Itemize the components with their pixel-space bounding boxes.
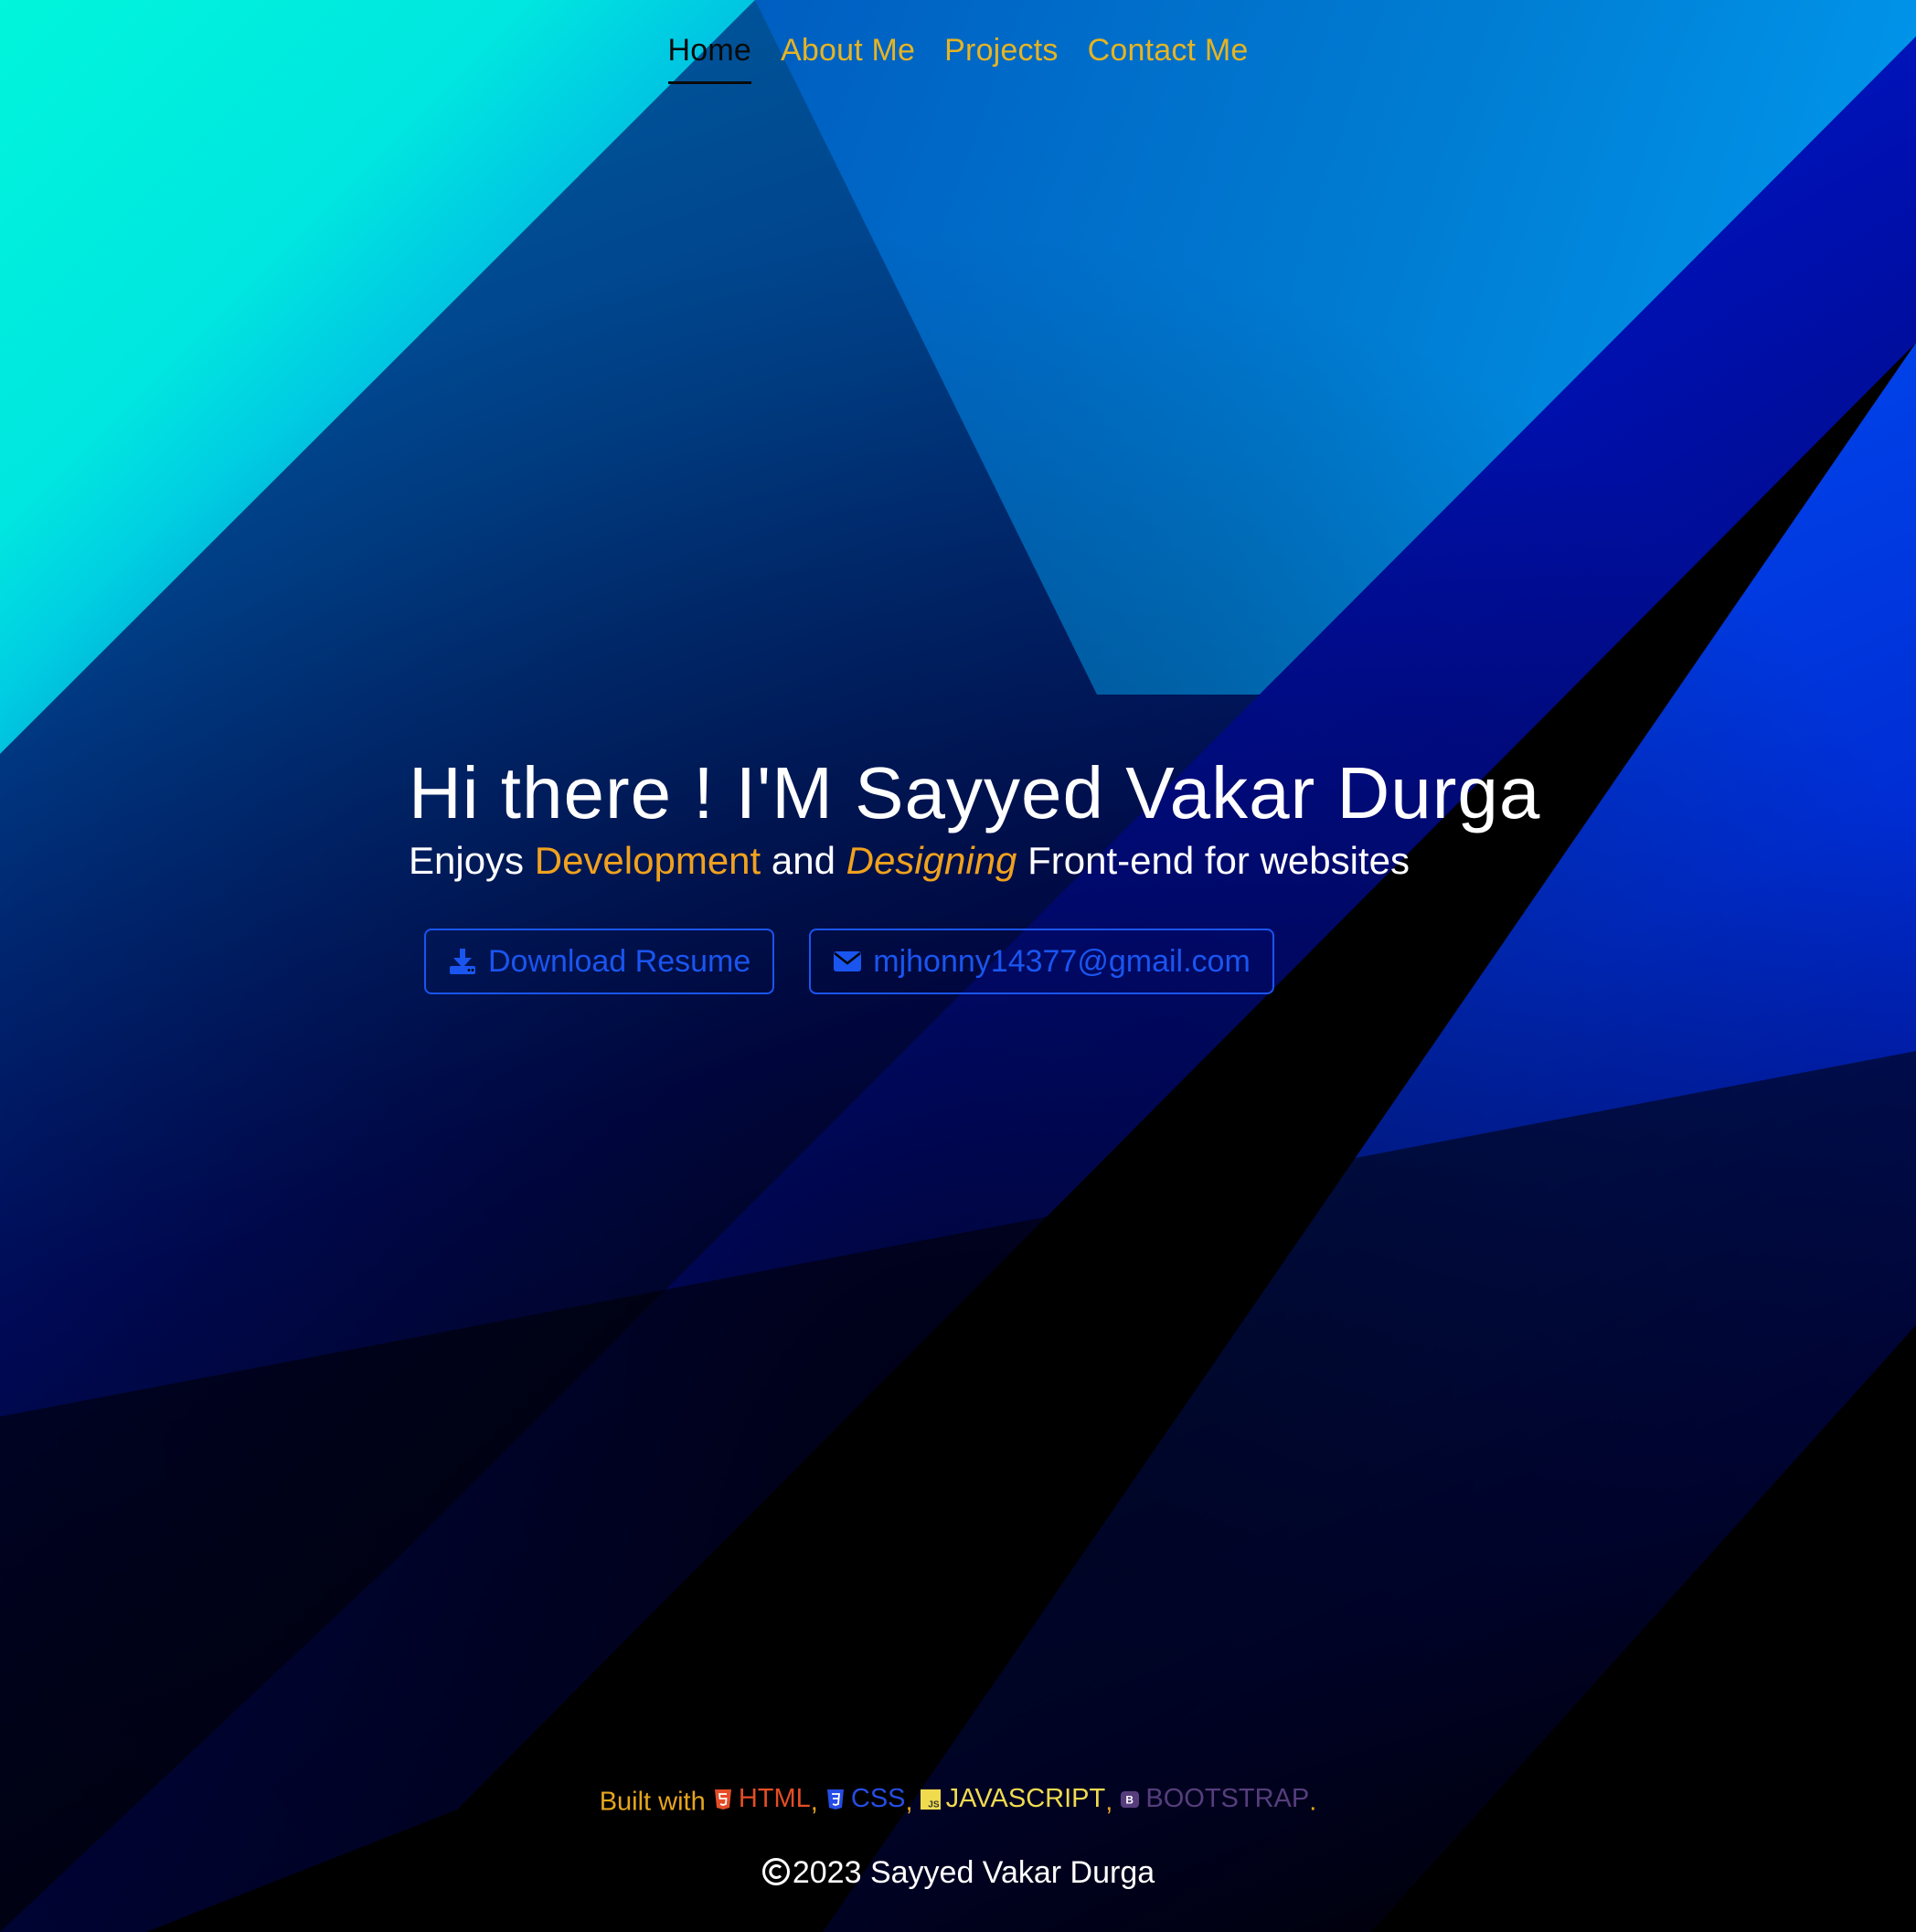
- main-nav: Home About Me Projects Contact Me: [0, 33, 1916, 84]
- separator: ,: [905, 1787, 913, 1817]
- tagline-development: Development: [534, 839, 761, 882]
- tech-css: CSS: [825, 1784, 906, 1814]
- tech-bootstrap: B BOOTSTRAP: [1120, 1784, 1309, 1814]
- page: Home About Me Projects Contact Me Hi the…: [0, 0, 1916, 1932]
- email-button[interactable]: mjhonny14377@gmail.com: [809, 929, 1274, 994]
- svg-text:JS: JS: [928, 1799, 940, 1810]
- email-label: mjhonny14377@gmail.com: [873, 943, 1251, 979]
- separator: ,: [1105, 1787, 1113, 1817]
- tech-javascript-label: JAVASCRIPT: [945, 1784, 1106, 1813]
- copyright-icon: [761, 1858, 790, 1885]
- nav-projects-link[interactable]: Projects: [944, 33, 1058, 84]
- tech-css-label: CSS: [850, 1784, 906, 1813]
- download-icon: [450, 949, 475, 974]
- html5-icon: [714, 1789, 731, 1810]
- css3-icon: [826, 1789, 844, 1810]
- built-with-prefix: Built with: [599, 1787, 706, 1817]
- end-mark: .: [1309, 1787, 1317, 1817]
- envelope-icon: [834, 951, 862, 971]
- download-resume-button[interactable]: Download Resume: [424, 929, 775, 994]
- svg-text:B: B: [1126, 1793, 1134, 1806]
- js-icon: JS: [920, 1789, 941, 1810]
- built-with-line: Built with HTML, CSS, JS JAVASCRIPT, B B…: [0, 1784, 1916, 1818]
- tagline-middle: and: [761, 839, 846, 882]
- tech-javascript: JS JAVASCRIPT: [920, 1784, 1106, 1814]
- hero-section: Hi there ! I'M Sayyed Vakar Durga Enjoys…: [409, 749, 1597, 994]
- separator: ,: [810, 1787, 818, 1817]
- bootstrap-icon: B: [1121, 1790, 1140, 1808]
- hero-tagline: Enjoys Development and Designing Front-e…: [409, 837, 1597, 885]
- tech-html: HTML: [713, 1784, 811, 1814]
- tagline-prefix: Enjoys: [409, 839, 535, 882]
- copyright-text: 2023 Sayyed Vakar Durga: [792, 1855, 1155, 1890]
- nav-home-link[interactable]: Home: [667, 33, 752, 84]
- download-resume-label: Download Resume: [488, 943, 751, 979]
- nav-about-link[interactable]: About Me: [781, 33, 915, 84]
- tech-bootstrap-label: BOOTSTRAP: [1145, 1784, 1310, 1813]
- tagline-designing: Designing: [846, 839, 1017, 882]
- tech-html-label: HTML: [738, 1784, 811, 1813]
- hero-buttons: Download Resume mjhonny14377@gmail.com: [424, 929, 1597, 994]
- copyright-line: 2023 Sayyed Vakar Durga: [0, 1855, 1916, 1891]
- tagline-suffix: Front-end for websites: [1017, 839, 1410, 882]
- hero-heading: Hi there ! I'M Sayyed Vakar Durga: [409, 752, 1541, 833]
- nav-contact-link[interactable]: Contact Me: [1088, 33, 1249, 84]
